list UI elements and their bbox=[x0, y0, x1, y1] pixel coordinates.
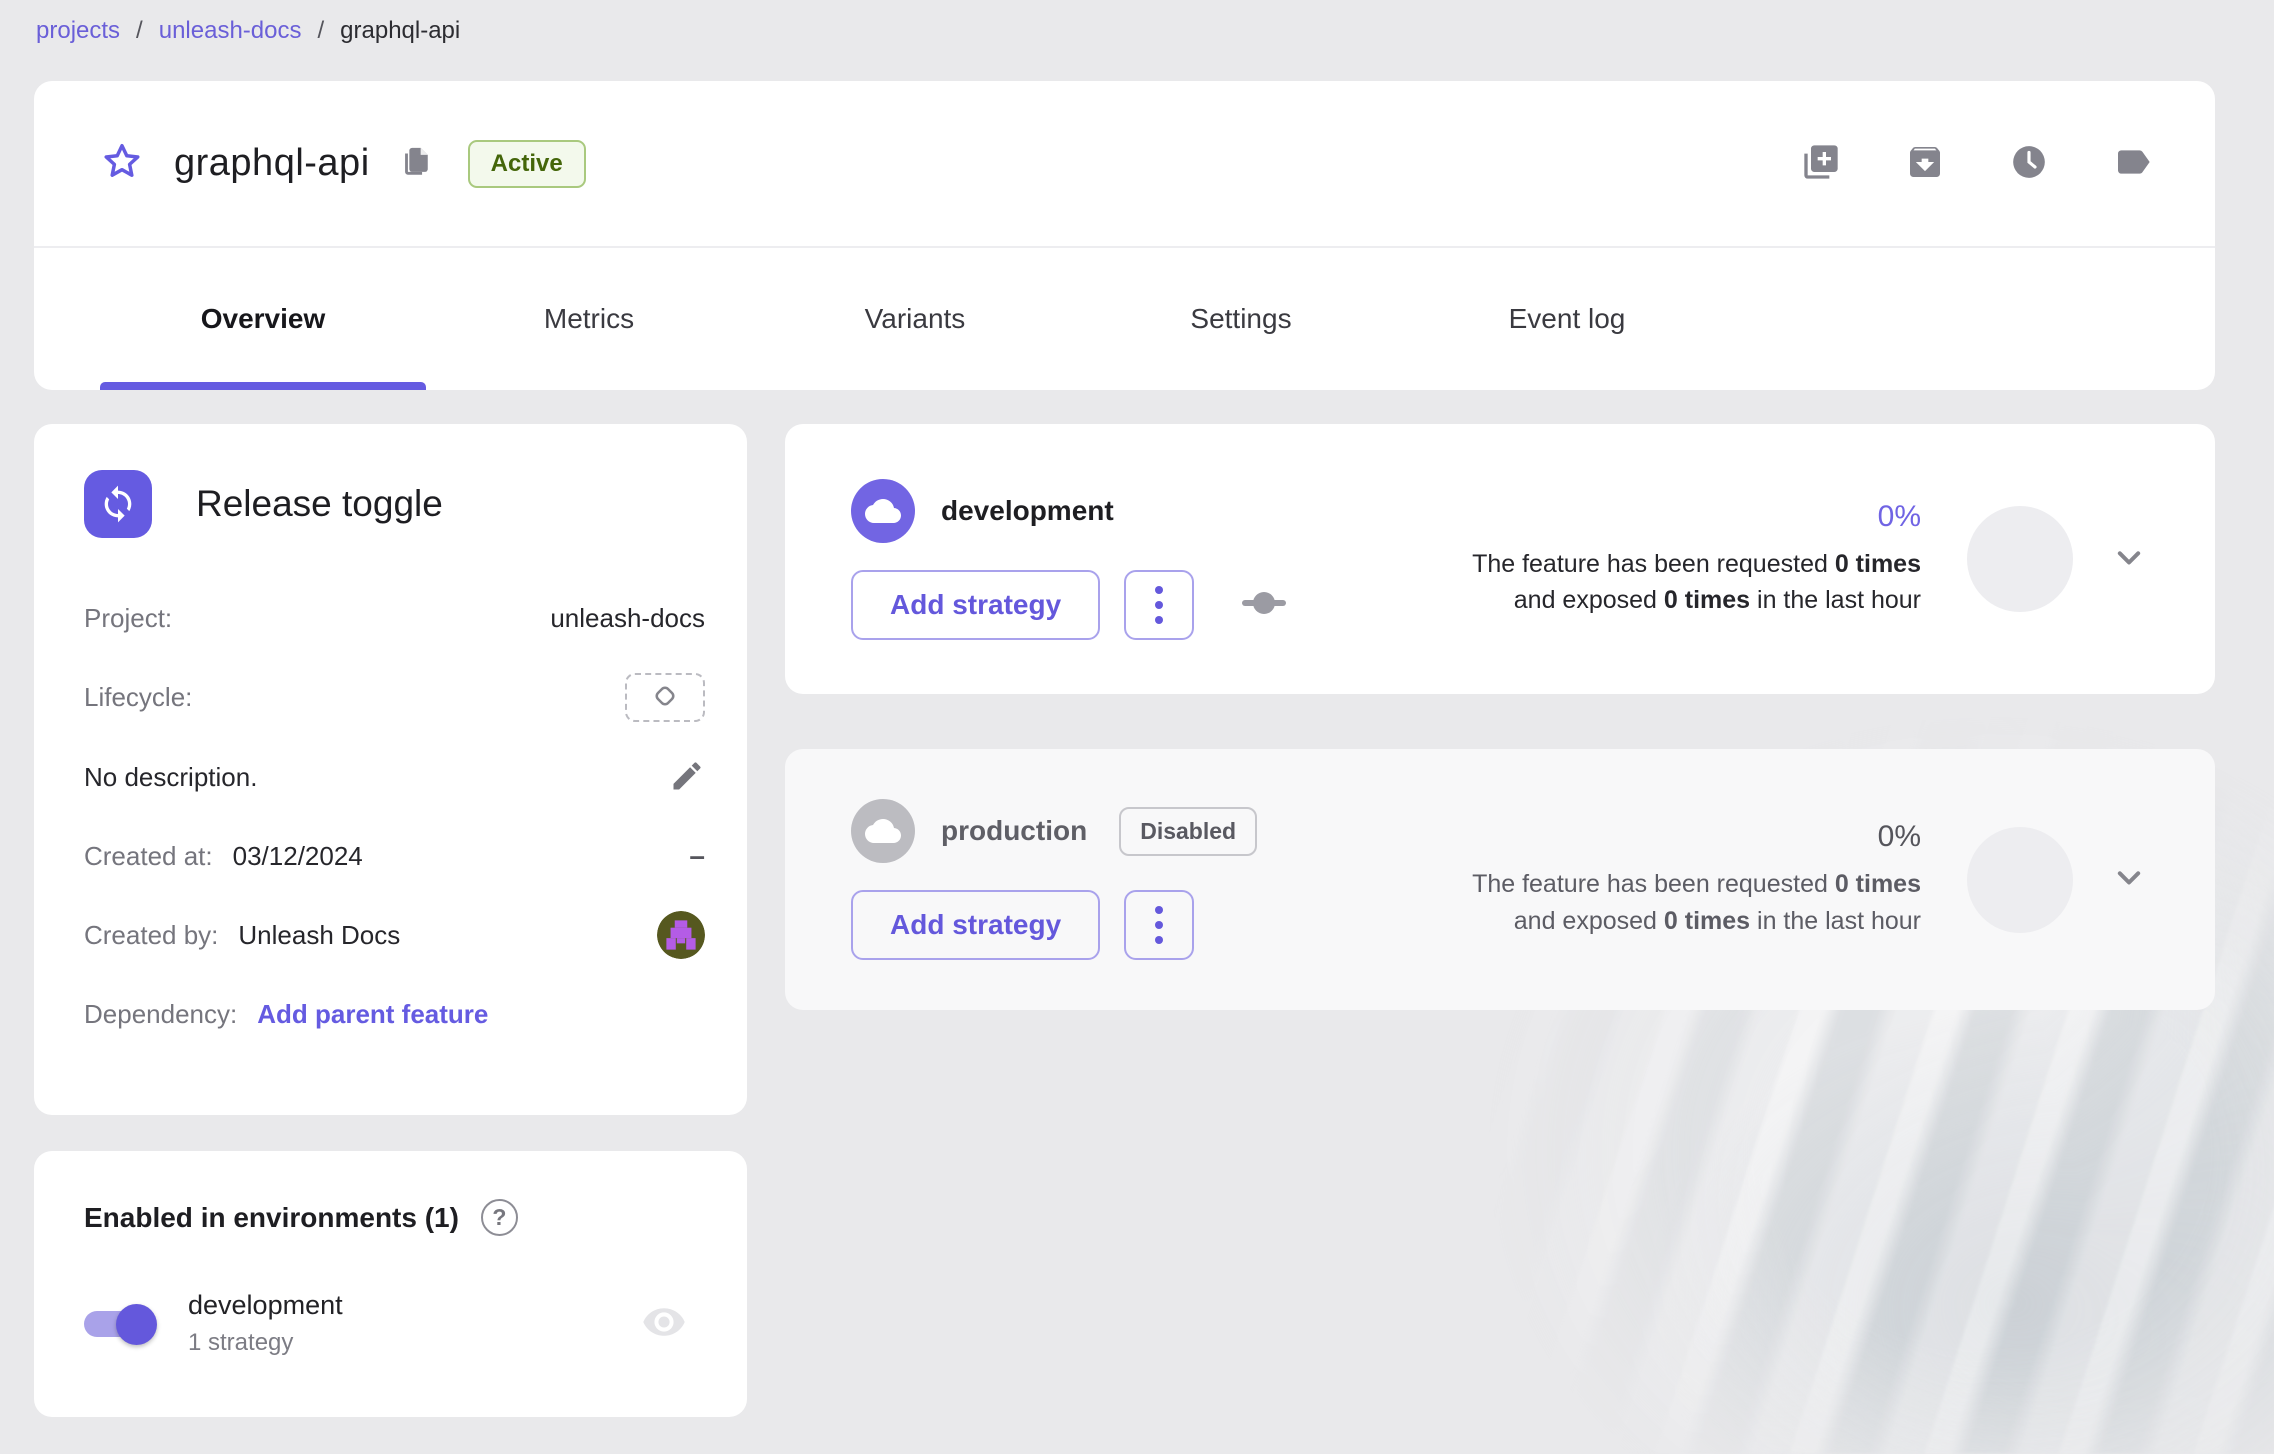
copy-feature-button[interactable] bbox=[1801, 142, 1841, 185]
environment-strategy-count: 1 strategy bbox=[188, 1329, 343, 1357]
star-icon bbox=[100, 140, 144, 187]
tab-bar: Overview Metrics Variants Settings Event… bbox=[34, 248, 2215, 390]
lifecycle-diamond-icon bbox=[648, 679, 682, 716]
environment-card-title: production bbox=[941, 815, 1087, 847]
description-row: No description. bbox=[84, 753, 705, 801]
enabled-environments-card: Enabled in environments (1) ? developmen… bbox=[34, 1151, 747, 1417]
kebab-icon bbox=[1155, 586, 1163, 594]
tab-variants[interactable]: Variants bbox=[752, 248, 1078, 390]
breadcrumb-projects[interactable]: projects bbox=[36, 17, 120, 45]
project-row: Project: unleash-docs bbox=[84, 594, 705, 642]
breadcrumb: projects / unleash-docs / graphql-api bbox=[36, 10, 460, 52]
library-add-icon bbox=[1801, 142, 1841, 185]
kebab-icon bbox=[1155, 601, 1163, 609]
edit-description-button[interactable] bbox=[669, 758, 705, 797]
add-parent-feature-button[interactable]: Add parent feature bbox=[257, 999, 488, 1030]
created-by-row: Created by: Unleash Docs bbox=[84, 911, 705, 959]
breadcrumb-current: graphql-api bbox=[340, 17, 460, 45]
favorite-star-button[interactable] bbox=[100, 140, 144, 187]
feature-header-card: graphql-api Active bbox=[34, 81, 2215, 390]
breadcrumb-project[interactable]: unleash-docs bbox=[159, 17, 302, 45]
question-mark-icon: ? bbox=[492, 1204, 506, 1231]
metrics-line-1: The feature has been requested 0 times bbox=[1472, 866, 1921, 902]
created-at-label: Created at: bbox=[84, 841, 213, 872]
kebab-icon bbox=[1155, 906, 1163, 914]
empty-value-dash: – bbox=[689, 840, 705, 872]
expand-environment-button[interactable] bbox=[2105, 854, 2153, 905]
eye-icon bbox=[641, 1299, 687, 1348]
archive-icon bbox=[1905, 142, 1945, 185]
kebab-icon bbox=[1155, 936, 1163, 944]
metrics-donut-placeholder bbox=[1967, 506, 2073, 612]
feature-details-card: Release toggle Project: unleash-docs Lif… bbox=[34, 424, 747, 1115]
environment-card-production: production Disabled Add strategy bbox=[785, 749, 2215, 1010]
exposure-percent: 0% bbox=[1878, 820, 1921, 854]
clock-icon bbox=[2009, 142, 2049, 185]
add-strategy-button[interactable]: Add strategy bbox=[851, 570, 1100, 640]
description-text: No description. bbox=[84, 762, 257, 793]
archive-feature-button[interactable] bbox=[1905, 142, 1945, 185]
status-badge: Active bbox=[468, 140, 586, 188]
chevron-down-icon bbox=[2109, 886, 2149, 901]
toggle-knob bbox=[116, 1304, 157, 1345]
tag-icon bbox=[2113, 142, 2153, 185]
lifecycle-label: Lifecycle: bbox=[84, 682, 192, 713]
release-plan-button[interactable] bbox=[1240, 590, 1288, 619]
feature-type-title: Release toggle bbox=[196, 483, 443, 525]
lifecycle-row: Lifecycle: bbox=[84, 673, 705, 722]
pencil-icon bbox=[669, 758, 705, 797]
enabled-environments-title: Enabled in environments (1) bbox=[84, 1202, 459, 1234]
lifecycle-stage-chip[interactable] bbox=[625, 673, 705, 722]
tags-button[interactable] bbox=[2113, 142, 2153, 185]
more-actions-button[interactable] bbox=[1124, 570, 1194, 640]
disabled-badge: Disabled bbox=[1119, 807, 1257, 856]
tab-event-log[interactable]: Event log bbox=[1404, 248, 1730, 390]
feature-title-row: graphql-api Active bbox=[34, 81, 2215, 248]
created-at-row: Created at: 03/12/2024 – bbox=[84, 832, 705, 880]
exposure-percent: 0% bbox=[1878, 500, 1921, 534]
project-value: unleash-docs bbox=[550, 603, 705, 634]
chevron-down-icon bbox=[2109, 566, 2149, 581]
visibility-button[interactable] bbox=[641, 1299, 687, 1348]
environment-name: development bbox=[188, 1290, 343, 1321]
dependency-row: Dependency: Add parent feature bbox=[84, 990, 705, 1038]
header-actions bbox=[1801, 142, 2153, 185]
avatar bbox=[657, 911, 705, 959]
metrics-line-2: and exposed 0 times in the last hour bbox=[1514, 903, 1921, 939]
environment-toggle[interactable] bbox=[84, 1300, 160, 1348]
dependency-label: Dependency: bbox=[84, 999, 237, 1030]
created-by-value: Unleash Docs bbox=[238, 920, 400, 951]
cloud-icon bbox=[851, 799, 915, 863]
environment-card-development: development Add strategy bbox=[785, 424, 2215, 694]
breadcrumb-separator: / bbox=[317, 17, 324, 45]
tab-metrics[interactable]: Metrics bbox=[426, 248, 752, 390]
copy-icon bbox=[398, 145, 432, 182]
breadcrumb-separator: / bbox=[136, 17, 143, 45]
tab-overview[interactable]: Overview bbox=[100, 248, 426, 390]
environment-summary-row: development 1 strategy bbox=[84, 1290, 705, 1357]
page-title: graphql-api bbox=[174, 142, 370, 185]
tab-settings[interactable]: Settings bbox=[1078, 248, 1404, 390]
metrics-line-2: and exposed 0 times in the last hour bbox=[1514, 582, 1921, 618]
metrics-donut-placeholder bbox=[1967, 827, 2073, 933]
environment-card-title: development bbox=[941, 495, 1114, 527]
created-by-label: Created by: bbox=[84, 920, 218, 951]
history-button[interactable] bbox=[2009, 142, 2049, 185]
metrics-line-1: The feature has been requested 0 times bbox=[1472, 546, 1921, 582]
kebab-icon bbox=[1155, 616, 1163, 624]
kebab-icon bbox=[1155, 921, 1163, 929]
created-at-value: 03/12/2024 bbox=[233, 841, 363, 872]
release-toggle-icon bbox=[84, 470, 152, 538]
add-strategy-button[interactable]: Add strategy bbox=[851, 890, 1100, 960]
timeline-node-icon bbox=[1240, 590, 1288, 619]
project-label: Project: bbox=[84, 603, 172, 634]
more-actions-button[interactable] bbox=[1124, 890, 1194, 960]
expand-environment-button[interactable] bbox=[2105, 534, 2153, 585]
help-button[interactable]: ? bbox=[481, 1199, 518, 1236]
cloud-icon bbox=[851, 479, 915, 543]
copy-name-button[interactable] bbox=[398, 145, 432, 182]
